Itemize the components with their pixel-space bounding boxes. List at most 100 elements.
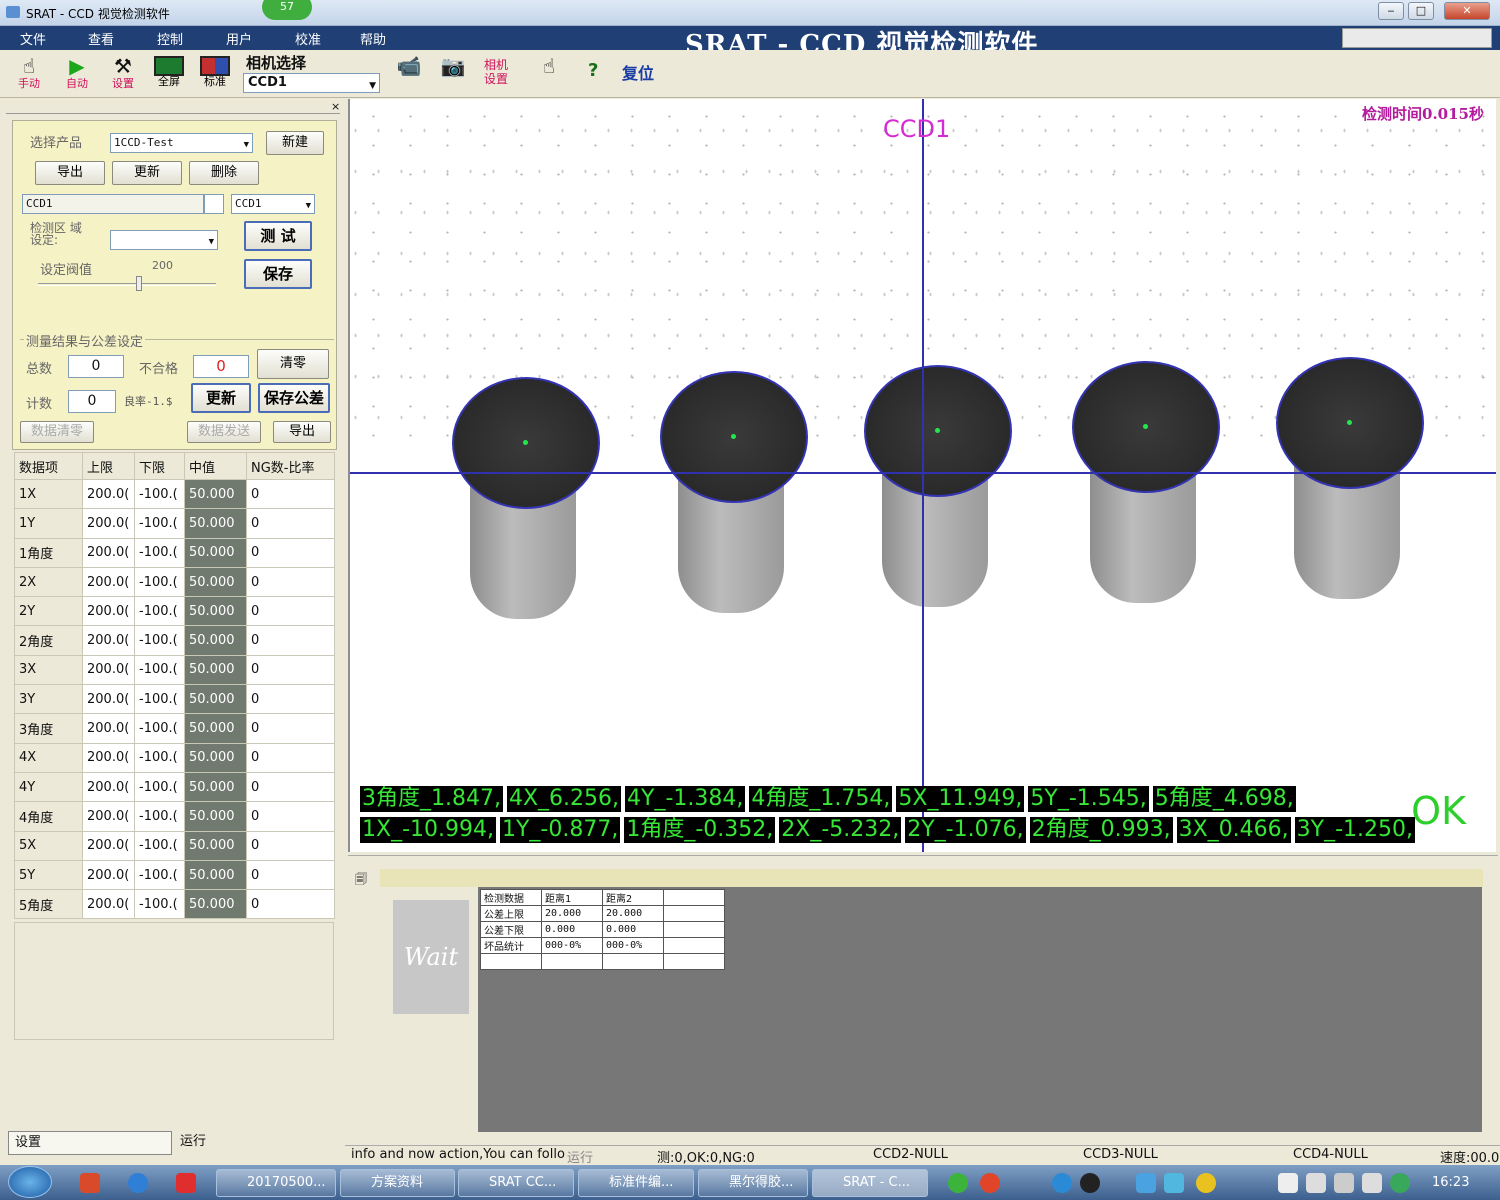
table-cell[interactable]: 1X bbox=[14, 478, 83, 510]
table-cell[interactable]: 200.0( bbox=[82, 713, 135, 744]
table-cell[interactable]: 4X bbox=[14, 742, 83, 773]
table-row[interactable]: 1X 200.0(-100.(50.000 0 bbox=[14, 478, 335, 510]
table-cell[interactable]: 0 bbox=[246, 713, 335, 744]
browser-icon[interactable] bbox=[128, 1173, 148, 1193]
menu-calibrate[interactable]: 校准 bbox=[295, 29, 321, 48]
count-field[interactable]: 0 bbox=[68, 390, 116, 413]
table-cell[interactable]: -100.( bbox=[134, 801, 185, 832]
menu-file[interactable]: 文件 bbox=[20, 29, 46, 48]
table-row[interactable]: 4X 200.0(-100.(50.000 0 bbox=[14, 742, 335, 773]
camera-button[interactable]: 📹 bbox=[388, 54, 430, 96]
table-cell[interactable]: 0 bbox=[246, 537, 335, 568]
table-cell[interactable]: 200.0( bbox=[82, 859, 135, 891]
app-icon[interactable] bbox=[176, 1173, 196, 1193]
table-cell[interactable]: 0 bbox=[246, 889, 335, 920]
table-cell[interactable]: 0 bbox=[246, 859, 335, 891]
signal-icon[interactable] bbox=[1334, 1173, 1354, 1193]
update-button[interactable]: 更新 bbox=[112, 161, 182, 185]
table-cell[interactable]: 200.0( bbox=[82, 742, 135, 773]
table-cell[interactable]: 2角度 bbox=[14, 625, 83, 656]
table-cell[interactable]: 0 bbox=[246, 654, 335, 686]
taskbar-item[interactable]: 标准件编... bbox=[578, 1169, 694, 1197]
app-icon[interactable] bbox=[80, 1173, 100, 1193]
reset-button[interactable]: 复位 bbox=[622, 60, 654, 84]
table-cell[interactable]: 0 bbox=[246, 830, 335, 861]
table-cell[interactable]: 200.0( bbox=[82, 684, 135, 715]
table-cell[interactable]: 1角度 bbox=[14, 537, 83, 568]
table-cell[interactable]: 0 bbox=[246, 801, 335, 832]
table-cell[interactable]: 200.0( bbox=[82, 654, 135, 686]
pointer-button[interactable]: ☝ bbox=[528, 54, 570, 96]
table-cell[interactable]: 3X bbox=[14, 654, 83, 686]
product-select[interactable]: 1CCD-Test ▼ bbox=[110, 133, 253, 153]
table-cell[interactable]: -100.( bbox=[134, 566, 185, 598]
tab-run[interactable]: 运行 bbox=[174, 1131, 336, 1155]
table-cell[interactable]: 50.000 bbox=[184, 566, 247, 598]
table-cell[interactable]: 5角度 bbox=[14, 889, 83, 920]
table-cell[interactable]: 0 bbox=[246, 684, 335, 715]
tray-icon[interactable] bbox=[1196, 1173, 1216, 1193]
flag-icon[interactable] bbox=[1278, 1173, 1298, 1193]
table-cell[interactable]: 50.000 bbox=[184, 684, 247, 715]
table-row[interactable]: 5Y 200.0(-100.(50.000 0 bbox=[14, 859, 335, 891]
table-cell[interactable]: 50.000 bbox=[184, 654, 247, 686]
browser-icon[interactable] bbox=[1052, 1173, 1072, 1193]
table-cell[interactable]: 50.000 bbox=[184, 859, 247, 891]
export-data-button[interactable]: 导出 bbox=[273, 421, 331, 443]
table-cell[interactable]: 200.0( bbox=[82, 771, 135, 803]
taskbar-item-active[interactable]: SRAT - C... bbox=[812, 1169, 928, 1197]
table-row[interactable]: 1Y 200.0(-100.(50.000 0 bbox=[14, 508, 335, 539]
table-cell[interactable]: 0 bbox=[246, 566, 335, 598]
table-cell[interactable]: 200.0( bbox=[82, 478, 135, 510]
region-select[interactable]: ▼ bbox=[110, 230, 218, 250]
table-cell[interactable]: -100.( bbox=[134, 684, 185, 715]
clear-button[interactable]: 清零 bbox=[257, 349, 329, 379]
table-row[interactable]: 2X 200.0(-100.(50.000 0 bbox=[14, 566, 335, 598]
table-cell[interactable]: -100.( bbox=[134, 889, 185, 920]
table-cell[interactable]: 200.0( bbox=[82, 596, 135, 627]
threshold-slider-thumb[interactable] bbox=[135, 276, 142, 291]
table-cell[interactable]: -100.( bbox=[134, 508, 185, 539]
table-cell[interactable]: 50.000 bbox=[184, 537, 247, 568]
table-cell[interactable]: 200.0( bbox=[82, 801, 135, 832]
threshold-slider-track[interactable] bbox=[38, 283, 216, 286]
shield-icon[interactable] bbox=[1390, 1173, 1410, 1193]
ccd-select[interactable]: CCD1 ▼ bbox=[231, 194, 315, 214]
table-cell[interactable]: 4Y bbox=[14, 771, 83, 803]
delete-button[interactable]: 删除 bbox=[189, 161, 259, 185]
table-cell[interactable]: 50.000 bbox=[184, 742, 247, 773]
table-cell[interactable]: -100.( bbox=[134, 537, 185, 568]
start-button[interactable] bbox=[8, 1166, 52, 1198]
table-cell[interactable]: 5X bbox=[14, 830, 83, 861]
menu-user[interactable]: 用户 bbox=[226, 29, 252, 48]
ng-field[interactable]: 0 bbox=[193, 355, 249, 378]
table-cell[interactable]: -100.( bbox=[134, 625, 185, 656]
table-row[interactable]: 2Y 200.0(-100.(50.000 0 bbox=[14, 596, 335, 627]
table-row[interactable]: 3Y 200.0(-100.(50.000 0 bbox=[14, 684, 335, 715]
table-cell[interactable]: 1Y bbox=[14, 508, 83, 539]
table-cell[interactable]: 5Y bbox=[14, 859, 83, 891]
export-button[interactable]: 导出 bbox=[35, 161, 105, 185]
table-cell[interactable]: 0 bbox=[246, 771, 335, 803]
close-button[interactable]: ✕ bbox=[1444, 2, 1490, 20]
table-cell[interactable]: -100.( bbox=[134, 771, 185, 803]
ccd-field[interactable]: CCD1 bbox=[22, 194, 204, 214]
menu-control[interactable]: 控制 bbox=[157, 29, 183, 48]
table-cell[interactable]: 200.0( bbox=[82, 625, 135, 656]
table-row[interactable]: 5X 200.0(-100.(50.000 0 bbox=[14, 830, 335, 861]
minimize-button[interactable]: ‒ bbox=[1378, 2, 1404, 20]
table-cell[interactable]: 200.0( bbox=[82, 889, 135, 920]
table-cell[interactable]: 50.000 bbox=[184, 713, 247, 744]
save-tolerance-button[interactable]: 保存公差 bbox=[258, 383, 330, 413]
table-cell[interactable]: -100.( bbox=[134, 713, 185, 744]
table-row[interactable]: 3X 200.0(-100.(50.000 0 bbox=[14, 654, 335, 686]
taskbar-item[interactable]: 黑尔得胶... bbox=[698, 1169, 808, 1197]
table-cell[interactable]: 0 bbox=[246, 596, 335, 627]
camera-select[interactable]: CCD1 ▼ bbox=[243, 73, 380, 93]
auto-button[interactable]: ▶ 自动 bbox=[56, 54, 98, 96]
table-cell[interactable]: -100.( bbox=[134, 596, 185, 627]
table-cell[interactable]: -100.( bbox=[134, 654, 185, 686]
table-row[interactable]: 2角度 200.0(-100.(50.000 0 bbox=[14, 625, 335, 656]
table-cell[interactable]: 0 bbox=[246, 508, 335, 539]
save-button[interactable]: 保存 bbox=[244, 259, 312, 289]
